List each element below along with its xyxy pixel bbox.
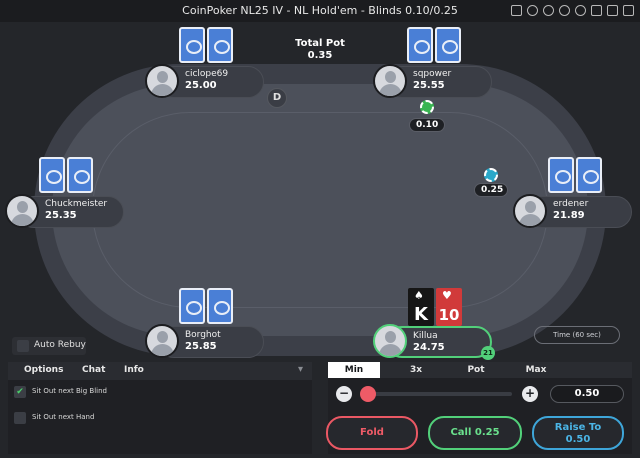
checkbox-checked[interactable]: ✔	[14, 386, 26, 398]
player-name: erdener	[553, 199, 589, 209]
player-name: sqpower	[413, 69, 452, 79]
options-panel: Options Chat Info ▾ ✔ Sit Out next Big B…	[8, 362, 312, 454]
raise-button-label: Raise To	[554, 422, 602, 433]
checkbox-unchecked[interactable]	[14, 412, 26, 424]
card-back	[207, 288, 233, 324]
player-stack: 24.75	[413, 342, 445, 353]
tab-options[interactable]: Options	[24, 365, 63, 375]
raise-amount-input[interactable]: 0.50	[550, 385, 624, 403]
raise-button-amount: 0.50	[565, 434, 591, 445]
maximize-icon[interactable]	[607, 5, 618, 16]
turn-timer-badge: 21	[481, 346, 495, 360]
player-stack: 25.55	[413, 80, 445, 91]
player-avatar	[513, 194, 547, 228]
auto-rebuy-checkbox[interactable]	[17, 340, 29, 352]
settings-icon[interactable]	[527, 5, 538, 16]
window-controls	[511, 5, 634, 16]
support-icon[interactable]	[559, 5, 570, 16]
player-avatar	[145, 324, 179, 358]
betting-panel: Min 3x Pot Max − + 0.50 Fold Call 0.25 R…	[326, 362, 632, 454]
pot-label: Total Pot	[295, 38, 345, 49]
preset-3x-button[interactable]: 3x	[390, 362, 442, 378]
card-suit: ♥	[442, 289, 452, 302]
player-stack: 25.35	[45, 210, 77, 221]
card-rank: K	[414, 304, 428, 325]
player-stack: 25.00	[185, 80, 217, 91]
table-inner-line	[92, 112, 548, 308]
option-label: Sit Out next Big Blind	[32, 387, 107, 395]
tab-chat[interactable]: Chat	[82, 365, 105, 375]
card-back	[548, 157, 574, 193]
player-avatar	[5, 194, 39, 228]
timebank-button[interactable]: Time (60 sec)	[534, 326, 620, 344]
card-back	[576, 157, 602, 193]
card-back	[67, 157, 93, 193]
chevron-down-icon[interactable]: ▾	[298, 364, 303, 375]
bet-size-presets: Min 3x Pot Max	[328, 362, 632, 378]
call-button[interactable]: Call 0.25	[428, 416, 522, 450]
player-name: ciclope69	[185, 69, 229, 79]
hero-card: ♠ K	[408, 288, 434, 326]
player-name: Chuckmeister	[45, 199, 108, 209]
raise-button[interactable]: Raise To 0.50	[532, 416, 624, 450]
preset-pot-button[interactable]: Pot	[450, 362, 502, 378]
close-icon[interactable]	[623, 5, 634, 16]
dealer-button: D	[267, 88, 287, 108]
card-back	[179, 27, 205, 63]
preset-min-button[interactable]: Min	[328, 362, 380, 378]
bet-amount: 0.10	[409, 118, 445, 132]
bet-slider[interactable]	[362, 392, 512, 396]
hero-card: ♥ 10	[436, 288, 462, 326]
player-avatar	[145, 64, 179, 98]
bet-chip	[484, 168, 498, 182]
bet-chip	[420, 100, 434, 114]
bet-slider-handle[interactable]	[360, 386, 376, 402]
option-sit-out-next-hand[interactable]: Sit Out next Hand	[14, 412, 294, 426]
card-back	[435, 27, 461, 63]
auto-rebuy-toggle[interactable]: Auto Rebuy	[12, 337, 86, 355]
preset-max-button[interactable]: Max	[510, 362, 562, 378]
player-stack: 21.89	[553, 210, 585, 221]
card-rank: 10	[438, 306, 460, 324]
card-back	[207, 27, 233, 63]
player-name: Borghot	[185, 330, 221, 340]
option-sit-out-big-blind[interactable]: ✔ Sit Out next Big Blind	[14, 386, 294, 400]
tab-info[interactable]: Info	[124, 365, 144, 375]
info-icon[interactable]	[543, 5, 554, 16]
minimize-icon[interactable]	[591, 5, 602, 16]
player-avatar	[373, 64, 407, 98]
card-suit: ♠	[414, 289, 424, 302]
card-back	[407, 27, 433, 63]
panel-tabs: Options Chat Info ▾	[8, 362, 312, 380]
lobby-icon[interactable]	[511, 5, 522, 16]
pot-value: 0.35	[307, 50, 333, 61]
bet-amount: 0.25	[474, 183, 508, 197]
player-avatar	[373, 324, 407, 358]
player-name: Killua	[413, 331, 438, 341]
title-bar: CoinPoker NL25 IV - NL Hold'em - Blinds …	[0, 0, 640, 22]
poker-table-window: CoinPoker NL25 IV - NL Hold'em - Blinds …	[0, 0, 640, 458]
player-stack: 25.85	[185, 341, 217, 352]
card-back	[39, 157, 65, 193]
increase-bet-button[interactable]: +	[522, 386, 538, 402]
refresh-icon[interactable]	[575, 5, 586, 16]
option-label: Sit Out next Hand	[32, 413, 95, 421]
decrease-bet-button[interactable]: −	[336, 386, 352, 402]
card-back	[179, 288, 205, 324]
auto-rebuy-label: Auto Rebuy	[34, 340, 86, 350]
fold-button[interactable]: Fold	[326, 416, 418, 450]
